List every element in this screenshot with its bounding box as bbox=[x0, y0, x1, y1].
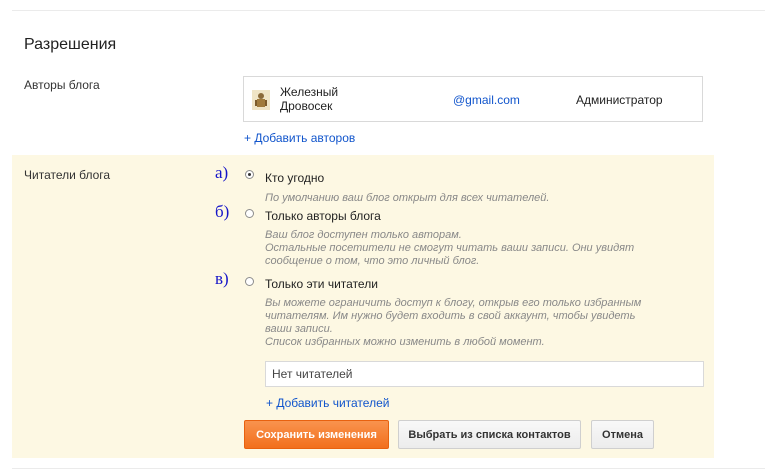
option-marker-a: а) bbox=[215, 163, 229, 182]
radio-anyone[interactable] bbox=[245, 170, 254, 179]
option-description-line: Ваш блог доступен только авторам. bbox=[265, 229, 462, 241]
choose-contacts-button[interactable]: Выбрать из списка контактов bbox=[398, 420, 581, 449]
option-description-line: Остальные посетители не смогут читать ва… bbox=[265, 242, 635, 254]
option-description-line: Вы можете ограничить доступ к блогу, отк… bbox=[265, 297, 642, 309]
option-label-authors-only[interactable]: Только авторы блога bbox=[265, 209, 381, 223]
option-description-line: сообщение о том, что это личный блог. bbox=[265, 255, 480, 267]
option-description-these-readers: Вы можете ограничить доступ к блогу, отк… bbox=[265, 297, 641, 349]
add-readers-link[interactable]: + Добавить читателей bbox=[266, 396, 389, 410]
authors-list: Железный Дровосек @gmail.com Администрат… bbox=[243, 76, 703, 122]
option-description-line: По умолчанию ваш блог открыт для всех чи… bbox=[265, 192, 550, 204]
option-marker-b: б) bbox=[215, 202, 230, 221]
bottom-divider bbox=[12, 468, 765, 469]
option-description-authors-only: Ваш блог доступен только авторам. Осталь… bbox=[265, 229, 634, 268]
readers-input[interactable] bbox=[265, 361, 704, 387]
option-description-line: читателям. Им нужно будет входить в свой… bbox=[265, 310, 636, 322]
option-description-anyone: По умолчанию ваш блог открыт для всех чи… bbox=[265, 192, 549, 205]
radio-authors-only[interactable] bbox=[245, 209, 254, 218]
save-button[interactable]: Сохранить изменения bbox=[244, 420, 389, 449]
top-divider bbox=[12, 10, 765, 11]
option-marker-c: в) bbox=[215, 269, 229, 288]
page-title: Разрешения bbox=[24, 36, 117, 53]
author-email[interactable]: @gmail.com bbox=[453, 93, 520, 107]
authors-label: Авторы блога bbox=[24, 78, 100, 92]
author-avatar-icon bbox=[252, 90, 270, 110]
author-name: Железный Дровосек bbox=[280, 85, 339, 113]
add-authors-link[interactable]: + Добавить авторов bbox=[244, 131, 355, 145]
option-description-line: Список избранных можно изменить в любой … bbox=[265, 336, 545, 348]
author-role: Администратор bbox=[576, 93, 663, 107]
radio-these-readers[interactable] bbox=[245, 277, 254, 286]
option-label-these-readers[interactable]: Только эти читатели bbox=[265, 277, 378, 291]
option-label-anyone[interactable]: Кто угодно bbox=[265, 171, 324, 185]
readers-label: Читатели блога bbox=[24, 168, 111, 182]
option-description-line: ваши записи. bbox=[265, 323, 333, 335]
cancel-button[interactable]: Отмена bbox=[591, 420, 654, 449]
